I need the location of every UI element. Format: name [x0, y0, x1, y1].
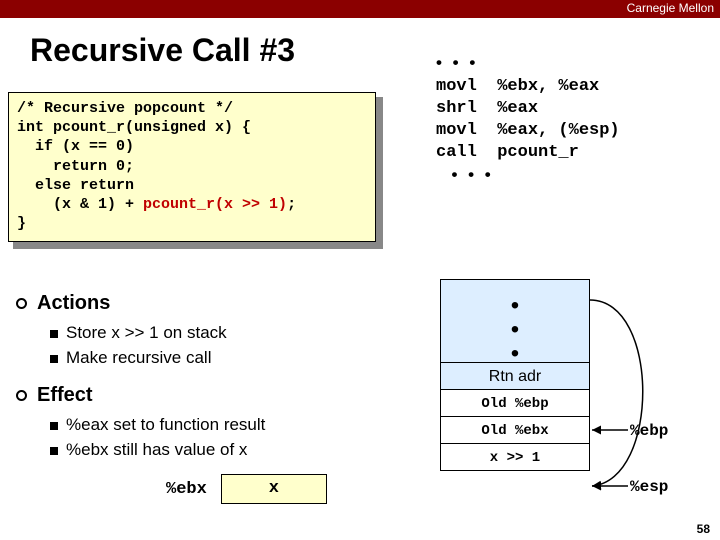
code-box: /* Recursive popcount */ int pcount_r(un… — [8, 92, 378, 244]
actions-heading: Actions — [16, 292, 416, 315]
register-row: %ebx x — [166, 474, 327, 504]
asm-dots-bot: • • • — [436, 165, 494, 184]
code-l5: else return — [17, 177, 134, 194]
code-l1: /* Recursive popcount */ — [17, 100, 233, 117]
code-l6b-highlight: pcount_r(x >> 1) — [143, 196, 287, 213]
stack-rtn-cell: Rtn adr — [440, 362, 590, 390]
code-l3: if (x == 0) — [17, 138, 134, 155]
ebp-pointer-label: %ebp — [630, 422, 668, 440]
effect-b1: %eax set to function result — [50, 413, 416, 438]
square-bullet-icon — [50, 330, 58, 338]
circle-bullet-icon — [16, 298, 27, 309]
square-bullet-icon — [50, 447, 58, 455]
effect-heading-text: Effect — [37, 384, 93, 407]
square-bullet-icon — [50, 422, 58, 430]
code-l4: return 0; — [17, 158, 134, 175]
topbar: Carnegie Mellon — [0, 0, 720, 18]
asm-l3: movl %eax, (%esp) — [436, 121, 620, 140]
asm-l1: movl %ebx, %eax — [436, 77, 599, 96]
effect-b2: %ebx still has value of x — [50, 438, 416, 463]
code-l7: } — [17, 215, 26, 232]
esp-pointer-label: %esp — [630, 478, 668, 496]
reg-value-box: x — [221, 474, 327, 504]
square-bullet-icon — [50, 355, 58, 363]
reg-label-ebx: %ebx — [166, 480, 207, 499]
stack-diagram: • • • Rtn adr Old %ebp Old %ebx x >> 1 — [440, 280, 590, 471]
page-number: 58 — [697, 522, 710, 536]
stack-arg-cell: x >> 1 — [440, 443, 590, 471]
actions-b2: Make recursive call — [50, 346, 416, 371]
stack-dots-cell: • • • — [440, 279, 590, 363]
circle-bullet-icon — [16, 390, 27, 401]
stack-oldebp-cell: Old %ebp — [440, 389, 590, 417]
code-l6a: (x & 1) + — [17, 196, 143, 213]
effect-heading: Effect — [16, 384, 416, 407]
brand-label: Carnegie Mellon — [627, 1, 714, 15]
stack-oldebx-cell: Old %ebx — [440, 416, 590, 444]
actions-heading-text: Actions — [37, 292, 110, 315]
code-l2: int pcount_r(unsigned x) { — [17, 119, 251, 136]
asm-l4: call pcount_r — [436, 143, 579, 162]
asm-l2: shrl %eax — [436, 99, 538, 118]
asm-dots-top: • • • — [436, 53, 478, 72]
asm-listing: • • • movl %ebx, %eax shrl %eax movl %ea… — [436, 52, 620, 189]
actions-b1: Store x >> 1 on stack — [50, 321, 416, 346]
code-l6c: ; — [287, 196, 296, 213]
